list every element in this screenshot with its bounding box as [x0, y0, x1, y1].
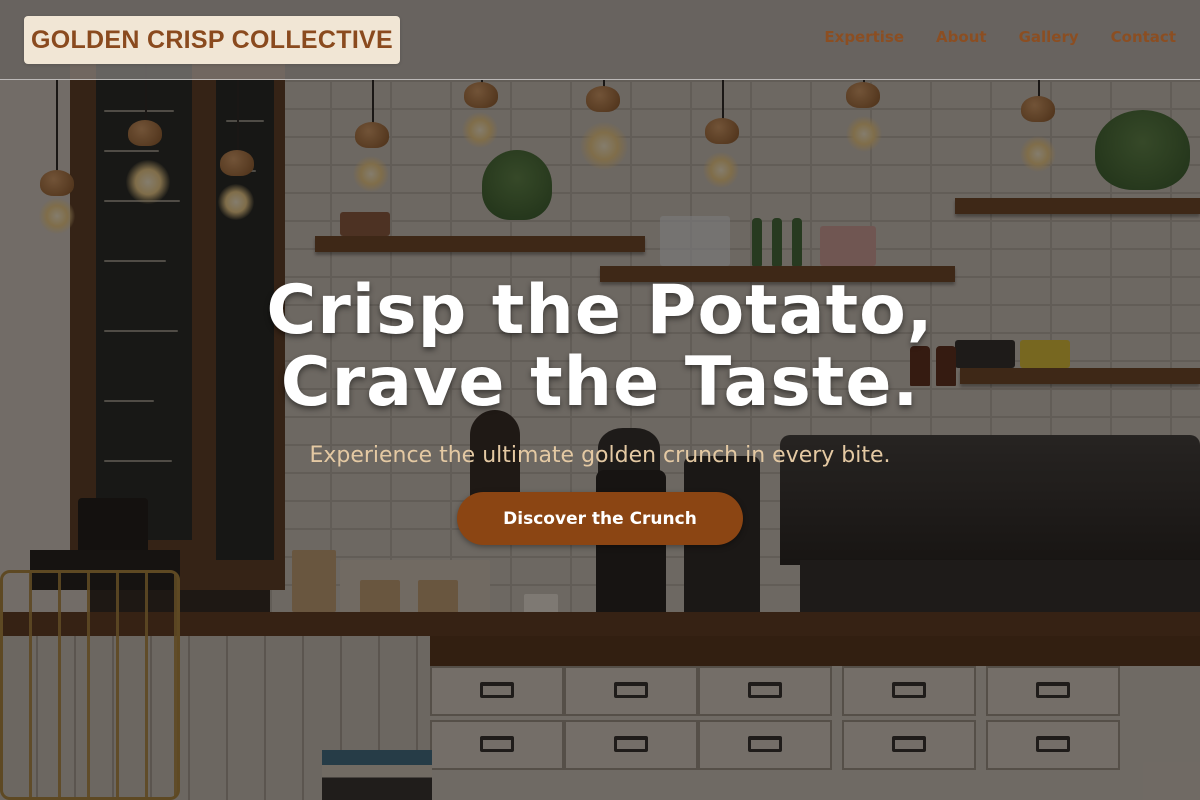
brand-logo[interactable]: GOLDEN CRISP COLLECTIVE — [24, 16, 400, 64]
main-nav: Expertise About Gallery Contact — [824, 28, 1176, 46]
nav-link-contact[interactable]: Contact — [1111, 28, 1176, 46]
hero-section: Crisp the Potato, Crave the Taste. Exper… — [0, 275, 1200, 545]
discover-the-crunch-button[interactable]: Discover the Crunch — [457, 492, 743, 545]
hero-title-line-1: Crisp the Potato, — [266, 271, 934, 350]
hero-title-line-2: Crave the Taste. — [280, 343, 920, 422]
page: GOLDEN CRISP COLLECTIVE Expertise About … — [0, 0, 1200, 800]
nav-link-gallery[interactable]: Gallery — [1019, 28, 1079, 46]
nav-link-about[interactable]: About — [936, 28, 987, 46]
site-header: GOLDEN CRISP COLLECTIVE Expertise About … — [0, 0, 1200, 80]
hero-title: Crisp the Potato, Crave the Taste. — [0, 275, 1200, 419]
brand-name: GOLDEN CRISP COLLECTIVE — [30, 25, 394, 54]
nav-link-expertise[interactable]: Expertise — [824, 28, 904, 46]
hero-subtitle: Experience the ultimate golden crunch in… — [309, 443, 891, 468]
